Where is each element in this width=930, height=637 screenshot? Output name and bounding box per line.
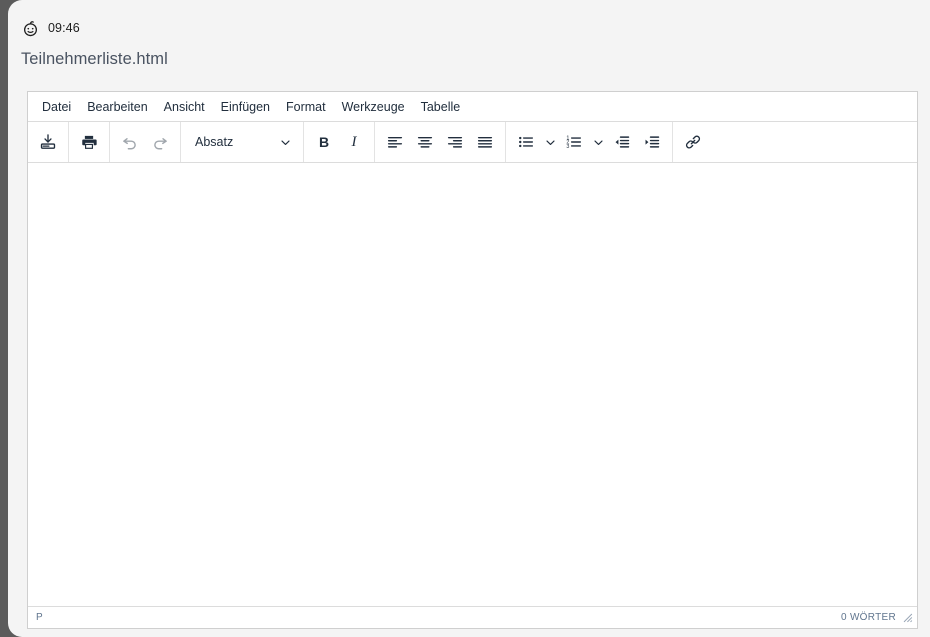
numbered-list-button[interactable]: 1 2 3 — [559, 128, 589, 156]
outdent-button[interactable] — [607, 128, 637, 156]
indent-button[interactable] — [637, 128, 667, 156]
printer-icon — [80, 133, 98, 151]
save-disk-icon — [39, 133, 57, 151]
numbered-list-icon: 1 2 3 — [565, 133, 583, 151]
menu-tabelle[interactable]: Tabelle — [413, 96, 469, 118]
bold-label: B — [318, 134, 330, 150]
align-justify-icon — [476, 133, 494, 151]
toolbar-group-print — [69, 122, 110, 162]
link-icon — [684, 133, 702, 151]
menubar: Datei Bearbeiten Ansicht Einfügen Format… — [28, 92, 917, 122]
bullet-list-button[interactable] — [511, 128, 541, 156]
undo-button[interactable] — [115, 128, 145, 156]
align-left-icon — [386, 133, 404, 151]
decrease-indent-icon — [613, 133, 631, 151]
increase-indent-icon — [643, 133, 661, 151]
wordcount-label[interactable]: 0 WÖRTER — [841, 612, 896, 623]
menu-datei[interactable]: Datei — [34, 96, 79, 118]
page-title: Teilnehmerliste.html — [21, 50, 168, 68]
chevron-down-icon — [280, 137, 291, 148]
app-window: 09:46 Teilnehmerliste.html Datei Bearbei… — [8, 0, 930, 637]
align-center-icon — [416, 133, 434, 151]
menu-einfuegen[interactable]: Einfügen — [213, 96, 278, 118]
statusbar-right: 0 WÖRTER — [841, 612, 913, 623]
menu-werkzeuge[interactable]: Werkzeuge — [334, 96, 413, 118]
save-button[interactable] — [33, 128, 63, 156]
bold-button[interactable]: B — [309, 128, 339, 156]
block-format-select[interactable]: Absatz — [186, 128, 298, 156]
menu-bearbeiten[interactable]: Bearbeiten — [79, 96, 155, 118]
editor-content-area[interactable] — [28, 163, 917, 607]
toolbar-group-format-select: Absatz — [181, 122, 304, 162]
align-left-button[interactable] — [380, 128, 410, 156]
print-button[interactable] — [74, 128, 104, 156]
resize-grip-icon[interactable] — [902, 612, 913, 623]
timer-bar: 09:46 — [22, 16, 80, 40]
timer-value: 09:46 — [48, 21, 80, 35]
numbered-list-options-button[interactable] — [589, 128, 607, 156]
block-format-value: Absatz — [195, 135, 234, 149]
toolbar-group-lists: 1 2 3 — [506, 122, 673, 162]
toolbar: Absatz B I 1 2 3 — [28, 122, 917, 163]
bullet-list-icon — [517, 133, 535, 151]
align-right-button[interactable] — [440, 128, 470, 156]
align-justify-button[interactable] — [470, 128, 500, 156]
toolbar-group-alignment — [375, 122, 506, 162]
chevron-down-icon — [593, 137, 604, 148]
rich-text-editor: Datei Bearbeiten Ansicht Einfügen Format… — [27, 91, 918, 629]
italic-label: I — [351, 133, 357, 150]
toolbar-group-text-style: B I — [304, 122, 375, 162]
svg-text:3: 3 — [566, 144, 569, 150]
toolbar-group-save — [28, 122, 69, 162]
align-right-icon — [446, 133, 464, 151]
menu-format[interactable]: Format — [278, 96, 334, 118]
bullet-list-options-button[interactable] — [541, 128, 559, 156]
menu-ansicht[interactable]: Ansicht — [156, 96, 213, 118]
redo-icon — [151, 133, 169, 151]
toolbar-group-link — [673, 122, 713, 162]
undo-icon — [121, 133, 139, 151]
align-center-button[interactable] — [410, 128, 440, 156]
redo-button[interactable] — [145, 128, 175, 156]
chevron-down-icon — [545, 137, 556, 148]
statusbar: P 0 WÖRTER — [28, 607, 917, 628]
element-path[interactable]: P — [36, 612, 43, 623]
italic-button[interactable]: I — [339, 128, 369, 156]
insert-link-button[interactable] — [678, 128, 708, 156]
toolbar-group-history — [110, 122, 181, 162]
stopwatch-icon — [22, 20, 39, 37]
